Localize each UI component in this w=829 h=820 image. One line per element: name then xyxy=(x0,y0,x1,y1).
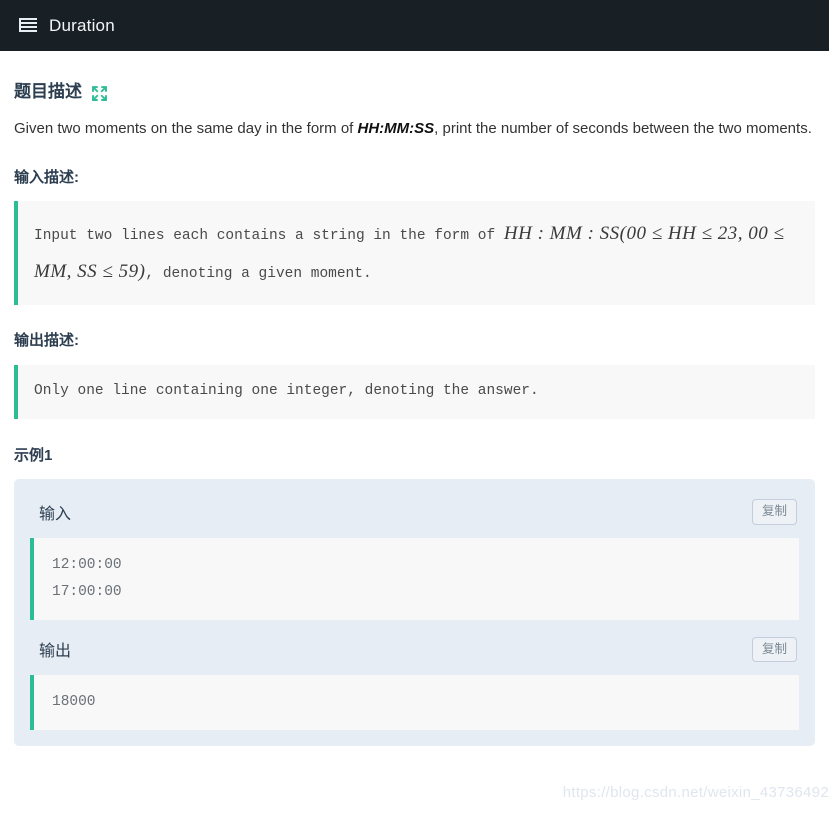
watermark: https://blog.csdn.net/weixin_43736492 xyxy=(562,784,829,801)
problem-description-text: Given two moments on the same day in the… xyxy=(14,103,815,142)
example-output-label: 输出 xyxy=(39,643,72,661)
example-output-header: 输出 复制 xyxy=(30,633,799,665)
output-description-heading-label: 输出描述: xyxy=(14,332,79,350)
example-input-header: 输入 复制 xyxy=(30,495,799,527)
description-format-emphasis: HH:MM:SS xyxy=(357,120,435,138)
example-heading-label: 示例1 xyxy=(14,446,53,464)
description-part-1: Given two moments on the same day in the… xyxy=(14,120,358,138)
description-part-2: , print the number of seconds between th… xyxy=(434,120,812,138)
input-description-heading: 输入描述: xyxy=(14,142,815,188)
input-description-block: Input two lines each contains a string i… xyxy=(14,201,815,306)
example-output-code: 18000 xyxy=(30,675,799,731)
example-input-code: 12:00:00 17:00:00 xyxy=(30,537,799,620)
input-desc-text-1: Input two lines each contains a string i… xyxy=(34,228,504,245)
output-description-block: Only one line containing one integer, de… xyxy=(14,364,815,419)
input-desc-text-2: , denoting a given moment. xyxy=(145,266,372,283)
problem-description-heading: 题目描述 xyxy=(14,51,815,103)
page-title: Duration xyxy=(49,15,115,35)
input-desc-math-format: HH : MM : SS xyxy=(503,223,620,245)
expand-arrows-icon[interactable] xyxy=(91,85,108,102)
example-heading: 示例1 xyxy=(14,419,815,466)
problem-description-heading-label: 题目描述 xyxy=(14,82,82,101)
example-spacer xyxy=(30,620,799,633)
output-description-heading: 输出描述: xyxy=(14,305,815,351)
problem-content: 题目描述 Given two moments on the same day i… xyxy=(0,51,829,820)
example-card: 输入 复制 12:00:00 17:00:00 输出 复制 18000 xyxy=(14,479,815,747)
copy-input-button[interactable]: 复制 xyxy=(751,499,797,525)
example-input-label: 输入 xyxy=(39,506,72,524)
app-header: Duration xyxy=(0,0,829,51)
list-icon xyxy=(19,17,37,34)
input-description-heading-label: 输入描述: xyxy=(14,168,79,186)
copy-output-button[interactable]: 复制 xyxy=(751,636,797,663)
